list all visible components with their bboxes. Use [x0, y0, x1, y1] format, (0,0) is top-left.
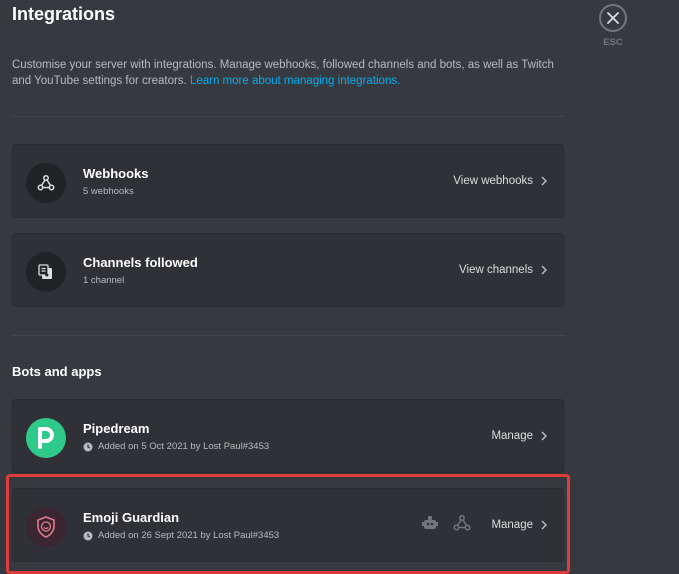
divider	[12, 335, 565, 336]
bot-card-pipedream[interactable]: Pipedream Added on 5 Oct 2021 by Lost Pa…	[12, 399, 564, 473]
webhook-icon	[453, 515, 471, 531]
channel-follow-icon	[38, 264, 52, 279]
webhooks-count: 5 webhooks	[83, 186, 134, 197]
webhooks-title: Webhooks	[83, 166, 149, 181]
clock-icon	[83, 442, 93, 451]
bot-permission-icons	[421, 514, 471, 532]
bot-added-info: Added on 5 Oct 2021 by Lost Paul#3453	[83, 441, 269, 452]
page-description: Customise your server with integrations.…	[12, 57, 572, 89]
esc-label: ESC	[603, 37, 623, 48]
manage-button[interactable]: Manage	[491, 430, 547, 442]
channels-followed-title: Channels followed	[83, 255, 198, 270]
view-webhooks-button[interactable]: View webhooks	[453, 175, 547, 187]
chevron-right-icon	[541, 265, 547, 275]
divider	[12, 116, 565, 117]
view-channels-label: View channels	[459, 264, 533, 276]
channels-count: 1 channel	[83, 275, 124, 286]
bot-added-text: Added on 26 Sept 2021 by Lost Paul#3453	[98, 530, 280, 541]
bot-card-emoji-guardian[interactable]: Emoji Guardian Added on 26 Sept 2021 by …	[12, 488, 564, 562]
emoji-guardian-logo	[26, 507, 66, 547]
manage-label: Manage	[491, 519, 533, 531]
chevron-right-icon	[541, 520, 547, 530]
channels-icon-circle	[26, 252, 66, 292]
chevron-right-icon	[541, 176, 547, 186]
webhooks-card[interactable]: Webhooks 5 webhooks View webhooks	[12, 144, 564, 218]
chevron-right-icon	[541, 431, 547, 441]
bot-added-info: Added on 26 Sept 2021 by Lost Paul#3453	[83, 530, 279, 541]
close-icon	[607, 12, 619, 24]
bot-added-text: Added on 5 Oct 2021 by Lost Paul#3453	[98, 441, 270, 452]
clock-icon	[83, 531, 93, 540]
bots-section-title: Bots and apps	[12, 364, 102, 379]
view-webhooks-label: View webhooks	[453, 175, 533, 187]
webhook-icon	[37, 175, 55, 191]
bot-name: Emoji Guardian	[83, 510, 180, 525]
learn-more-link[interactable]: Learn more about managing integrations.	[190, 75, 400, 87]
page-title: Integrations	[12, 4, 116, 24]
emoji-guardian-logo-mark	[37, 516, 55, 538]
pipedream-logo-mark	[38, 427, 54, 449]
close-button[interactable]	[599, 4, 627, 32]
manage-button[interactable]: Manage	[491, 519, 547, 531]
channels-followed-card[interactable]: Channels followed 1 channel View channel…	[12, 233, 564, 307]
webhooks-count-text: 5 webhooks	[83, 186, 134, 197]
channels-count-text: 1 channel	[83, 275, 125, 286]
view-channels-button[interactable]: View channels	[459, 264, 547, 276]
pipedream-logo	[26, 418, 66, 458]
robot-icon	[422, 516, 438, 529]
webhooks-icon-circle	[26, 163, 66, 203]
close-control[interactable]: ESC	[598, 4, 628, 48]
manage-label: Manage	[491, 430, 533, 442]
bot-name: Pipedream	[83, 421, 150, 436]
